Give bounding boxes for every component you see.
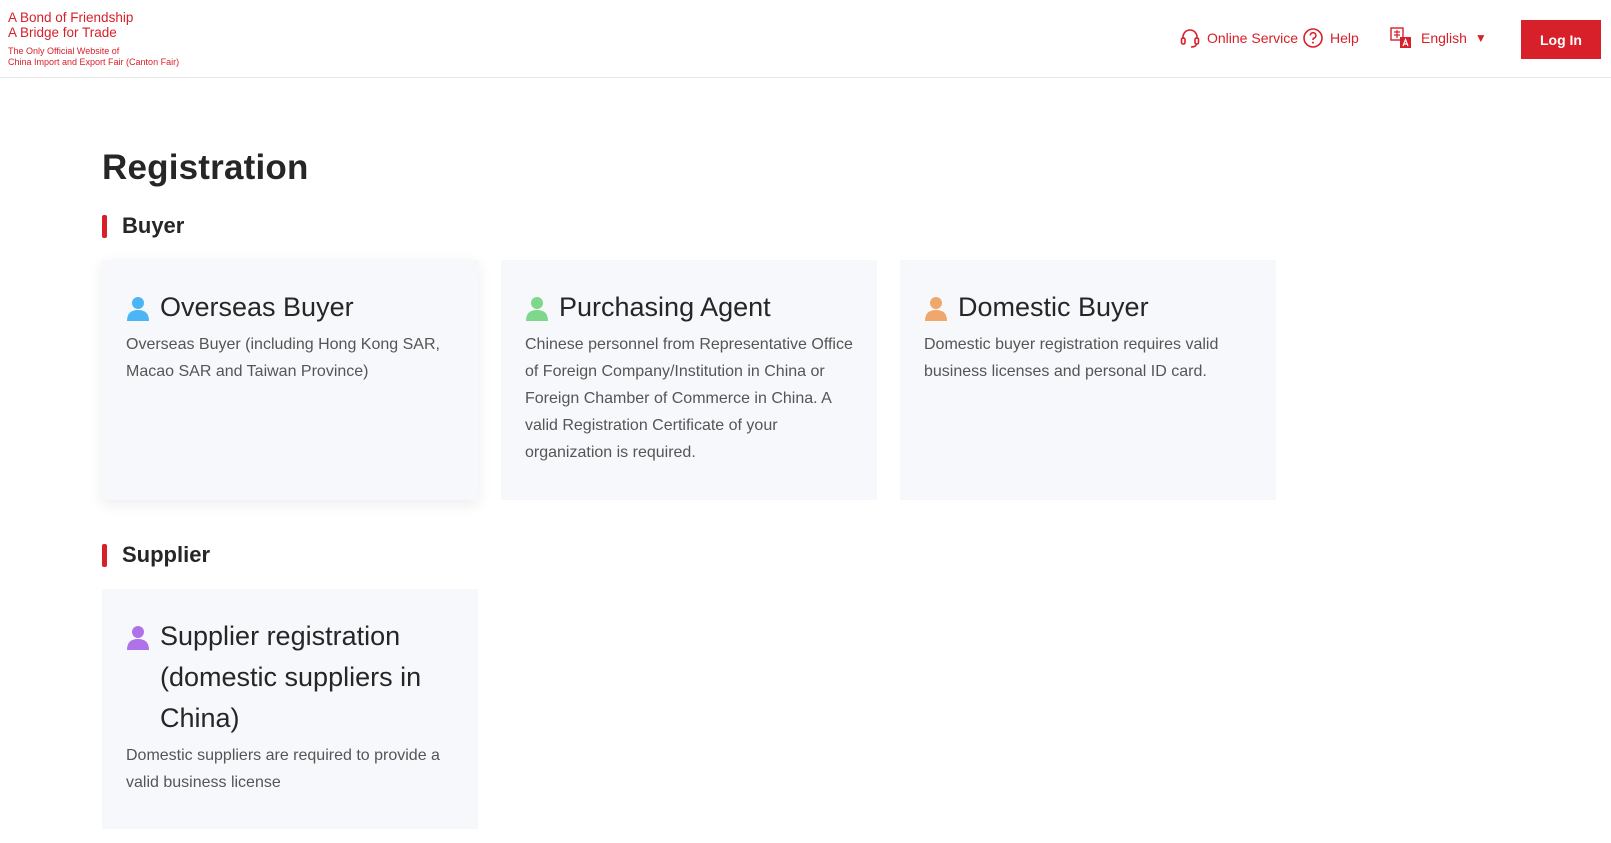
login-button[interactable]: Log In — [1521, 20, 1601, 59]
card-description: Domestic buyer registration requires val… — [924, 336, 1219, 380]
logo-slogan-line1: A Bond of Friendship — [8, 10, 134, 25]
headset-icon — [1180, 29, 1200, 48]
person-icon — [127, 297, 149, 321]
page-title: Registration — [102, 148, 309, 187]
card-description: Chinese personnel from Representative Of… — [525, 336, 853, 461]
card-header: Supplier registration (domestic supplier… — [126, 621, 454, 739]
language-selector[interactable]: English ▼ — [1389, 18, 1487, 58]
purchasing-agent-card[interactable]: Purchasing Agent Chinese personnel from … — [501, 260, 877, 500]
card-title: Supplier registration (domestic supplier… — [160, 621, 422, 733]
card-header: Purchasing Agent — [525, 292, 853, 328]
overseas-buyer-card[interactable]: Overseas Buyer Overseas Buyer (including… — [102, 260, 478, 500]
section-accent-bar — [102, 214, 107, 238]
card-header: Domestic Buyer — [924, 292, 1252, 328]
logo-slogan-line2: A Bridge for Trade — [8, 25, 117, 40]
logo-subtitle-line2: China Import and Export Fair (Canton Fai… — [8, 57, 180, 67]
translate-icon — [1390, 27, 1411, 48]
top-header: A Bond of Friendship A Bridge for Trade … — [0, 0, 1611, 78]
person-icon — [127, 626, 149, 650]
domestic-buyer-card[interactable]: Domestic Buyer Domestic buyer registrati… — [900, 260, 1276, 500]
card-header: Overseas Buyer — [126, 292, 454, 328]
site-logo[interactable]: A Bond of Friendship A Bridge for Trade … — [8, 10, 179, 68]
buyer-section-heading: Buyer — [102, 213, 185, 238]
person-icon — [526, 297, 548, 321]
language-label: English — [1421, 30, 1467, 46]
logo-subtitle-line1: The Only Official Website of — [8, 46, 120, 56]
help-icon — [1303, 28, 1323, 48]
chevron-down-icon: ▼ — [1474, 31, 1487, 45]
card-title: Overseas Buyer — [160, 292, 354, 322]
online-service-label: Online Service — [1207, 30, 1299, 46]
online-service-link[interactable]: Online Service — [1179, 18, 1298, 58]
card-title: Purchasing Agent — [559, 292, 771, 322]
help-link[interactable]: Help — [1302, 18, 1359, 58]
supplier-section-label: Supplier — [122, 542, 211, 567]
buyer-section-label: Buyer — [122, 213, 185, 238]
card-description: Domestic suppliers are required to provi… — [126, 747, 440, 791]
supplier-section-heading: Supplier — [102, 542, 211, 567]
card-title: Domestic Buyer — [958, 292, 1149, 322]
supplier-registration-card[interactable]: Supplier registration (domestic supplier… — [102, 589, 478, 829]
section-accent-bar — [102, 543, 107, 567]
card-description: Overseas Buyer (including Hong Kong SAR,… — [126, 336, 440, 380]
help-label: Help — [1330, 30, 1359, 46]
person-icon — [925, 297, 947, 321]
